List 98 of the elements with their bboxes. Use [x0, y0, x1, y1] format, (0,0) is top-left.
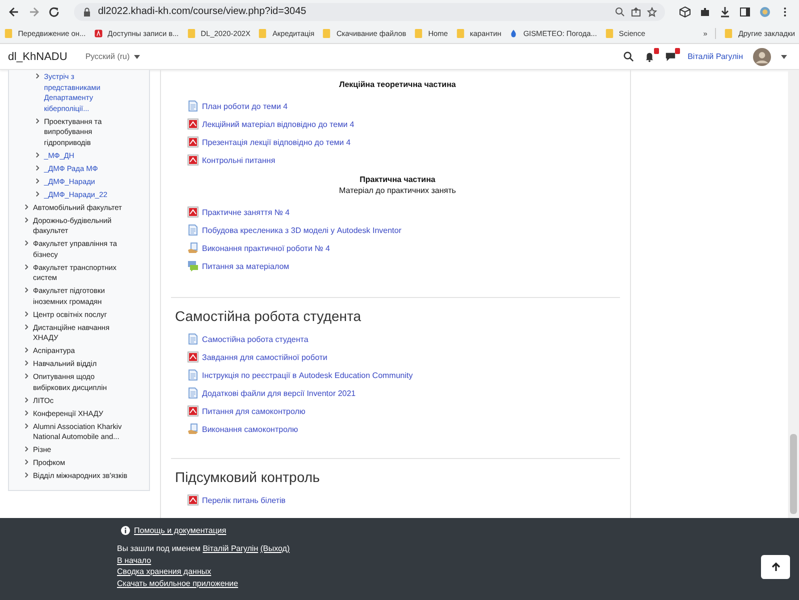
pdf-icon: [187, 405, 199, 417]
folder-icon: [322, 28, 332, 38]
lock-icon: [82, 6, 92, 16]
language-menu[interactable]: Русский (ru): [85, 52, 140, 61]
folder-icon: [186, 28, 196, 38]
user-link[interactable]: Віталій Рагулін: [202, 544, 258, 553]
user-name[interactable]: Віталій Рагулін: [688, 52, 743, 61]
pdf-icon: [187, 206, 199, 218]
chevron-icon: [35, 118, 40, 124]
forward-icon[interactable]: [28, 6, 40, 18]
chevron-icon: [24, 459, 29, 465]
chevron-icon: [35, 190, 40, 196]
back-icon[interactable]: [8, 6, 20, 18]
activity-link[interactable]: Побудова кресленика з 3D моделі у Autodesk Inventor: [202, 226, 402, 234]
footer-link[interactable]: Сводка хранения данных: [117, 566, 799, 578]
site-name[interactable]: dl_KhNADU: [8, 50, 68, 62]
pdf-icon: [187, 136, 199, 148]
section-title: Самостійна робота студента: [175, 308, 362, 324]
chevron-icon: [24, 396, 29, 402]
url-text: dl2022.khadi-kh.com/course/view.php?id=3045: [98, 6, 306, 17]
chevron-icon: [24, 472, 29, 478]
activity-link[interactable]: Контрольні питання: [202, 156, 276, 164]
caret-icon: [134, 54, 140, 58]
arrow-up-icon: [770, 562, 780, 572]
reload-icon[interactable]: [48, 6, 60, 18]
folder-icon: [724, 28, 734, 38]
drop-icon: [509, 28, 518, 38]
block-heading: Лекційна теоретична частина: [338, 80, 457, 89]
chevron-icon: [24, 240, 29, 246]
folder-icon: [414, 28, 424, 38]
info-icon: [121, 526, 130, 535]
activity-link[interactable]: Практичне заняття № 4: [202, 208, 290, 216]
cube-icon[interactable]: [679, 6, 691, 18]
activity-link[interactable]: Перелік питань білетів: [202, 496, 286, 504]
download-icon[interactable]: [719, 6, 731, 18]
feedback-icon: [187, 260, 199, 272]
back-to-top-button[interactable]: [761, 555, 790, 579]
document-icon: [187, 224, 199, 236]
app-icon: [94, 28, 103, 38]
pdf-icon: [187, 351, 199, 363]
chevron-icon: [24, 446, 29, 452]
share-icon[interactable]: [631, 6, 641, 16]
folder-icon: [456, 28, 465, 38]
document-icon: [187, 333, 199, 345]
sidebar-icon[interactable]: [739, 6, 751, 18]
pdf-icon: [187, 154, 199, 166]
activity-link[interactable]: Виконання практичної роботи № 4: [202, 244, 330, 252]
footer-link[interactable]: Скачать мобильное приложение: [117, 578, 799, 589]
folder-icon: [258, 28, 268, 38]
chevron-icon: [24, 287, 29, 293]
star-icon[interactable]: [647, 6, 657, 16]
search-icon[interactable]: [622, 51, 634, 62]
activity-link[interactable]: Самостійна робота студента: [202, 334, 308, 344]
zoom-icon[interactable]: [615, 6, 625, 16]
chevron-icon: [35, 152, 40, 158]
chevron-icon: [24, 410, 29, 416]
avatar[interactable]: [753, 48, 771, 66]
help-link[interactable]: Помощь и документация: [134, 526, 226, 535]
pdf-icon: [187, 118, 199, 130]
activity-link[interactable]: Лекційний матеріал відповідно до теми 4: [202, 120, 354, 128]
address-bar[interactable]: dl2022.khadi-kh.com/course/view.php?id=3045: [74, 2, 665, 20]
chevron-icon: [24, 264, 29, 270]
chevron-icon: [24, 373, 29, 379]
footer-link[interactable]: В начало: [117, 554, 799, 566]
activity-link[interactable]: Завдання для самостійної роботи: [202, 352, 328, 362]
chevron-icon: [24, 347, 29, 353]
chevron-icon: [24, 360, 29, 366]
caret-icon[interactable]: [781, 54, 787, 58]
pdf-icon: [187, 494, 199, 506]
bell-icon[interactable]: [644, 51, 655, 62]
chevron-icon: [24, 422, 29, 428]
block-heading: Практична частина: [358, 175, 436, 184]
chevron-icon: [24, 324, 29, 330]
chevron-icon: [35, 73, 40, 79]
folder-icon: [4, 28, 13, 38]
activity-link[interactable]: Інструкція по реєстрації в Autodesk Education Community: [202, 370, 413, 380]
activity-link[interactable]: План роботи до теми 4: [202, 102, 288, 110]
activity-link[interactable]: Презентація лекції відповідно до теми 4: [202, 138, 351, 146]
chevron-icon: [35, 164, 40, 170]
activity-link[interactable]: Виконання самоконтролю: [202, 424, 298, 434]
assignment-icon: [187, 423, 199, 435]
chevron-icon: [24, 216, 29, 222]
logout-link[interactable]: (Выход): [260, 544, 290, 553]
chevron-icon: [24, 204, 29, 210]
chevron-icon: [24, 310, 29, 316]
document-icon: [187, 100, 199, 112]
folder-icon: [604, 28, 614, 38]
block-subheading: Матеріал до практичних занять: [338, 186, 457, 195]
section-title: Підсумковий контроль: [175, 469, 321, 485]
chevron-icon: [35, 178, 40, 184]
activity-link[interactable]: Питання за матеріалом: [202, 262, 290, 270]
chat-icon[interactable]: [664, 51, 676, 62]
document-icon: [187, 387, 199, 399]
activity-link[interactable]: Додаткові файли для версії Inventor 2021: [202, 388, 356, 398]
activity-link[interactable]: Питання для самоконтролю: [202, 406, 306, 416]
assignment-icon: [187, 242, 199, 254]
login-info: Вы зашли под именем Віталій Рагулін (Выход): [117, 543, 291, 554]
document-icon: [187, 369, 199, 381]
